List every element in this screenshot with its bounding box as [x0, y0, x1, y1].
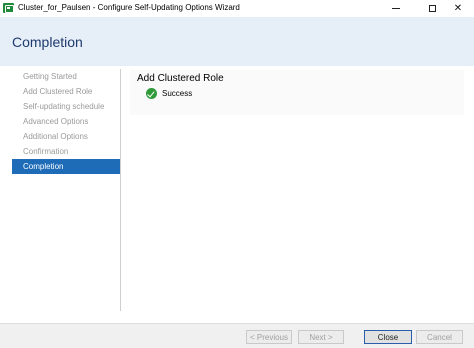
success-check-icon [146, 88, 157, 99]
close-window-button[interactable]: ✕ [440, 0, 474, 17]
maximize-icon [428, 5, 436, 12]
result-status: Success [146, 88, 192, 99]
step-add-clustered-role: Add Clustered Role [23, 87, 93, 96]
result-heading: Add Clustered Role [137, 73, 224, 84]
minimize-button[interactable] [378, 0, 414, 17]
step-confirmation: Confirmation [23, 147, 69, 156]
cluster-app-icon [3, 3, 14, 13]
page-title: Completion [12, 34, 83, 50]
window-title: Cluster_for_Paulsen - Configure Self-Upd… [18, 3, 240, 12]
status-text: Success [162, 89, 193, 98]
step-additional-options: Additional Options [23, 132, 88, 141]
sidebar-divider [120, 69, 121, 311]
previous-button[interactable]: < Previous [246, 330, 292, 344]
step-getting-started: Getting Started [23, 72, 77, 81]
step-completion: Completion [12, 159, 120, 174]
wizard-steps-sidebar: Getting Started Add Clustered Role Self-… [12, 69, 120, 174]
step-self-updating-schedule: Self-updating schedule [23, 102, 105, 111]
next-button[interactable]: Next > [298, 330, 344, 344]
close-icon: ✕ [453, 2, 463, 14]
cancel-button[interactable]: Cancel [416, 330, 463, 344]
step-advanced-options: Advanced Options [23, 117, 89, 126]
title-bar[interactable]: Cluster_for_Paulsen - Configure Self-Upd… [0, 0, 474, 17]
minimize-icon [392, 8, 400, 9]
close-button[interactable]: Close [364, 330, 412, 344]
